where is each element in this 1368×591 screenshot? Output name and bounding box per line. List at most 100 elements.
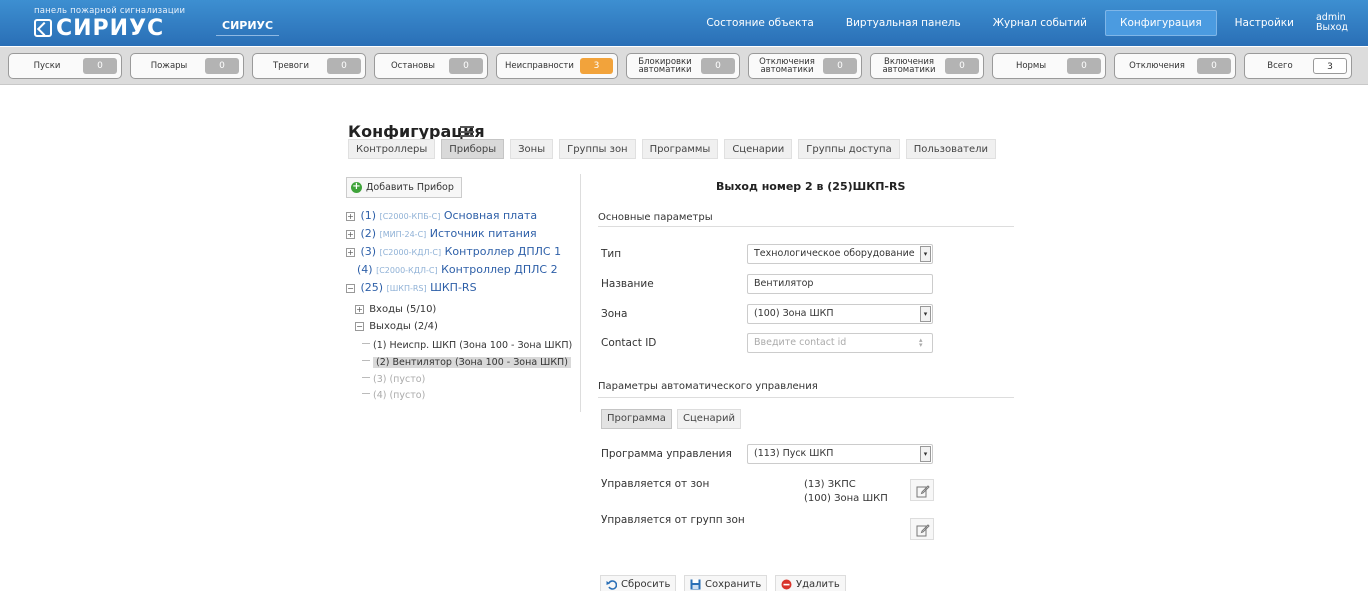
counter-normal[interactable]: Нормы 0 bbox=[992, 53, 1106, 79]
collapse-icon[interactable]: − bbox=[346, 284, 355, 293]
counter-label: Включения автоматики bbox=[882, 57, 936, 75]
subtab-program[interactable]: Программа bbox=[601, 409, 672, 429]
config-tabs: Контроллеры Приборы Зоны Группы зон Прог… bbox=[348, 139, 1002, 165]
device-number: (3) bbox=[360, 245, 377, 258]
device-type: [С2000-КДЛ-С] bbox=[379, 248, 442, 257]
counter-label: Нормы bbox=[1015, 61, 1047, 71]
tab-devices[interactable]: Приборы bbox=[441, 139, 505, 159]
counter-value: 0 bbox=[83, 58, 117, 74]
zones-label: Управляется от зон bbox=[601, 478, 710, 490]
output-label-selected: (2) Вентилятор (Зона 100 - Зона ШКП) bbox=[373, 357, 571, 368]
counter-value: 0 bbox=[327, 58, 361, 74]
tree-device-2[interactable]: + (2) [МИП-24-С] Источник питания bbox=[346, 226, 537, 242]
counter-fires[interactable]: Пожары 0 bbox=[130, 53, 244, 79]
expand-icon[interactable]: + bbox=[346, 248, 355, 257]
type-select[interactable]: Технологическое оборудование ▾ bbox=[747, 244, 933, 264]
tree-device-25[interactable]: − (25) [ШКП-RS] ШКП-RS bbox=[346, 280, 477, 296]
expand-icon[interactable]: + bbox=[355, 305, 364, 314]
main-nav: Состояние объекта Виртуальная панель Жур… bbox=[688, 0, 1368, 46]
nav-event-log[interactable]: Журнал событий bbox=[979, 11, 1101, 35]
expand-icon[interactable]: + bbox=[346, 212, 355, 221]
counter-disabled[interactable]: Отключения 0 bbox=[1114, 53, 1236, 79]
program-select-value: (113) Пуск ШКП bbox=[754, 448, 834, 459]
counter-label: Всего bbox=[1267, 61, 1293, 71]
brand-logo[interactable]: СИРИУС bbox=[34, 16, 164, 41]
tree-inputs[interactable]: + Входы (5/10) bbox=[355, 302, 436, 318]
pane-divider bbox=[580, 174, 581, 412]
tree-device-3[interactable]: + (3) [С2000-КДЛ-С] Контроллер ДПЛС 1 bbox=[346, 244, 561, 260]
nav-object-state[interactable]: Состояние объекта bbox=[692, 11, 828, 35]
device-number: (25) bbox=[360, 281, 384, 294]
tree-output-1[interactable]: (1) Неиспр. ШКП (Зона 100 - Зона ШКП) bbox=[362, 337, 572, 353]
brand-logo-text: СИРИУС bbox=[56, 16, 165, 41]
type-select-value: Технологическое оборудование bbox=[754, 248, 915, 259]
inputs-label: Входы (5/10) bbox=[369, 304, 437, 315]
section-basic-params: Основные параметры bbox=[598, 212, 713, 223]
device-name: Основная плата bbox=[443, 209, 538, 222]
reset-label: Сбросить bbox=[621, 578, 671, 590]
counter-faults[interactable]: Неисправности 3 bbox=[496, 53, 618, 79]
nav-settings[interactable]: Настройки bbox=[1221, 11, 1308, 35]
counter-stops[interactable]: Остановы 0 bbox=[374, 53, 488, 79]
counter-starts[interactable]: Пуски 0 bbox=[8, 53, 122, 79]
device-type: [ШКП-RS] bbox=[386, 284, 427, 293]
tab-controllers[interactable]: Контроллеры bbox=[348, 139, 436, 159]
tab-access-groups[interactable]: Группы доступа bbox=[798, 139, 900, 159]
device-name: ШКП-RS bbox=[430, 281, 477, 294]
counter-label: Отключения bbox=[1129, 61, 1185, 71]
contact-id-placeholder: Введите contact id bbox=[754, 337, 847, 348]
nav-configuration[interactable]: Конфигурация bbox=[1104, 10, 1217, 36]
tree-outputs[interactable]: − Выходы (2/4) bbox=[355, 319, 438, 335]
collapse-icon[interactable]: − bbox=[355, 322, 364, 331]
counter-value: 0 bbox=[823, 58, 857, 74]
nav-virtual-panel[interactable]: Виртуальная панель bbox=[832, 11, 975, 35]
tree-output-2[interactable]: (2) Вентилятор (Зона 100 - Зона ШКП) bbox=[362, 354, 571, 370]
tree-connector bbox=[362, 377, 370, 378]
logout-link[interactable]: Выход bbox=[1316, 23, 1348, 33]
delete-label: Удалить bbox=[796, 578, 840, 590]
tree-device-1[interactable]: + (1) [С2000-КПБ-С] Основная плата bbox=[346, 208, 537, 224]
counter-auto-on[interactable]: Включения автоматики 0 bbox=[870, 53, 984, 79]
subtab-scenario[interactable]: Сценарий bbox=[677, 409, 741, 429]
tab-zones[interactable]: Зоны bbox=[510, 139, 554, 159]
zone-label: Зона bbox=[601, 308, 628, 320]
spinner-icon[interactable]: ▴ ▾ bbox=[919, 337, 927, 349]
counter-value: 0 bbox=[945, 58, 979, 74]
device-tree: + Добавить Прибор + (1) [С2000-КПБ-С] Ос… bbox=[346, 177, 578, 417]
hamburger-menu-icon[interactable] bbox=[460, 126, 474, 137]
tree-output-3[interactable]: (3) (пусто) bbox=[362, 371, 425, 387]
tree-output-4[interactable]: (4) (пусто) bbox=[362, 387, 425, 403]
save-icon bbox=[690, 579, 701, 589]
edit-zone-groups-button[interactable] bbox=[910, 518, 934, 540]
counter-label: Остановы bbox=[390, 61, 435, 71]
device-type: [С2000-КДЛ-С] bbox=[376, 266, 438, 275]
delete-button[interactable]: Удалить bbox=[775, 575, 846, 591]
counter-label: Блокировки автоматики bbox=[638, 57, 692, 75]
edit-zones-button[interactable] bbox=[910, 479, 934, 501]
delete-icon bbox=[781, 579, 792, 589]
save-button[interactable]: Сохранить bbox=[684, 575, 768, 591]
counter-label: Пуски bbox=[33, 61, 61, 71]
zone-select[interactable]: (100) Зона ШКП ▾ bbox=[747, 304, 933, 324]
counter-total[interactable]: Всего 3 bbox=[1244, 53, 1352, 79]
tree-device-4[interactable]: (4) [С2000-КДЛ-С] Контроллер ДПЛС 2 bbox=[357, 262, 558, 278]
counter-auto-off[interactable]: Отключения автоматики 0 bbox=[748, 53, 862, 79]
counter-value: 0 bbox=[1067, 58, 1101, 74]
expand-icon[interactable]: + bbox=[346, 230, 355, 239]
add-device-button[interactable]: + Добавить Прибор bbox=[346, 177, 462, 198]
counter-value: 0 bbox=[1197, 58, 1231, 74]
tab-scenarios[interactable]: Сценарии bbox=[724, 139, 793, 159]
output-label: (3) (пусто) bbox=[373, 374, 426, 385]
name-input[interactable]: Вентилятор bbox=[747, 274, 933, 294]
reset-button[interactable]: Сбросить bbox=[600, 575, 677, 591]
zone-item: (100) Зона ШКП bbox=[804, 493, 888, 504]
contact-id-input[interactable]: Введите contact id ▴ ▾ bbox=[747, 333, 933, 353]
tab-programs[interactable]: Программы bbox=[641, 139, 719, 159]
counter-auto-blocks[interactable]: Блокировки автоматики 0 bbox=[626, 53, 740, 79]
tab-zone-groups[interactable]: Группы зон bbox=[559, 139, 636, 159]
detail-title: Выход номер 2 в (25)ШКП-RS bbox=[716, 180, 906, 193]
product-tag[interactable]: СИРИУС bbox=[216, 16, 280, 36]
counter-alarms[interactable]: Тревоги 0 bbox=[252, 53, 366, 79]
tab-users[interactable]: Пользователи bbox=[905, 139, 996, 159]
program-select[interactable]: (113) Пуск ШКП ▾ bbox=[747, 444, 933, 464]
